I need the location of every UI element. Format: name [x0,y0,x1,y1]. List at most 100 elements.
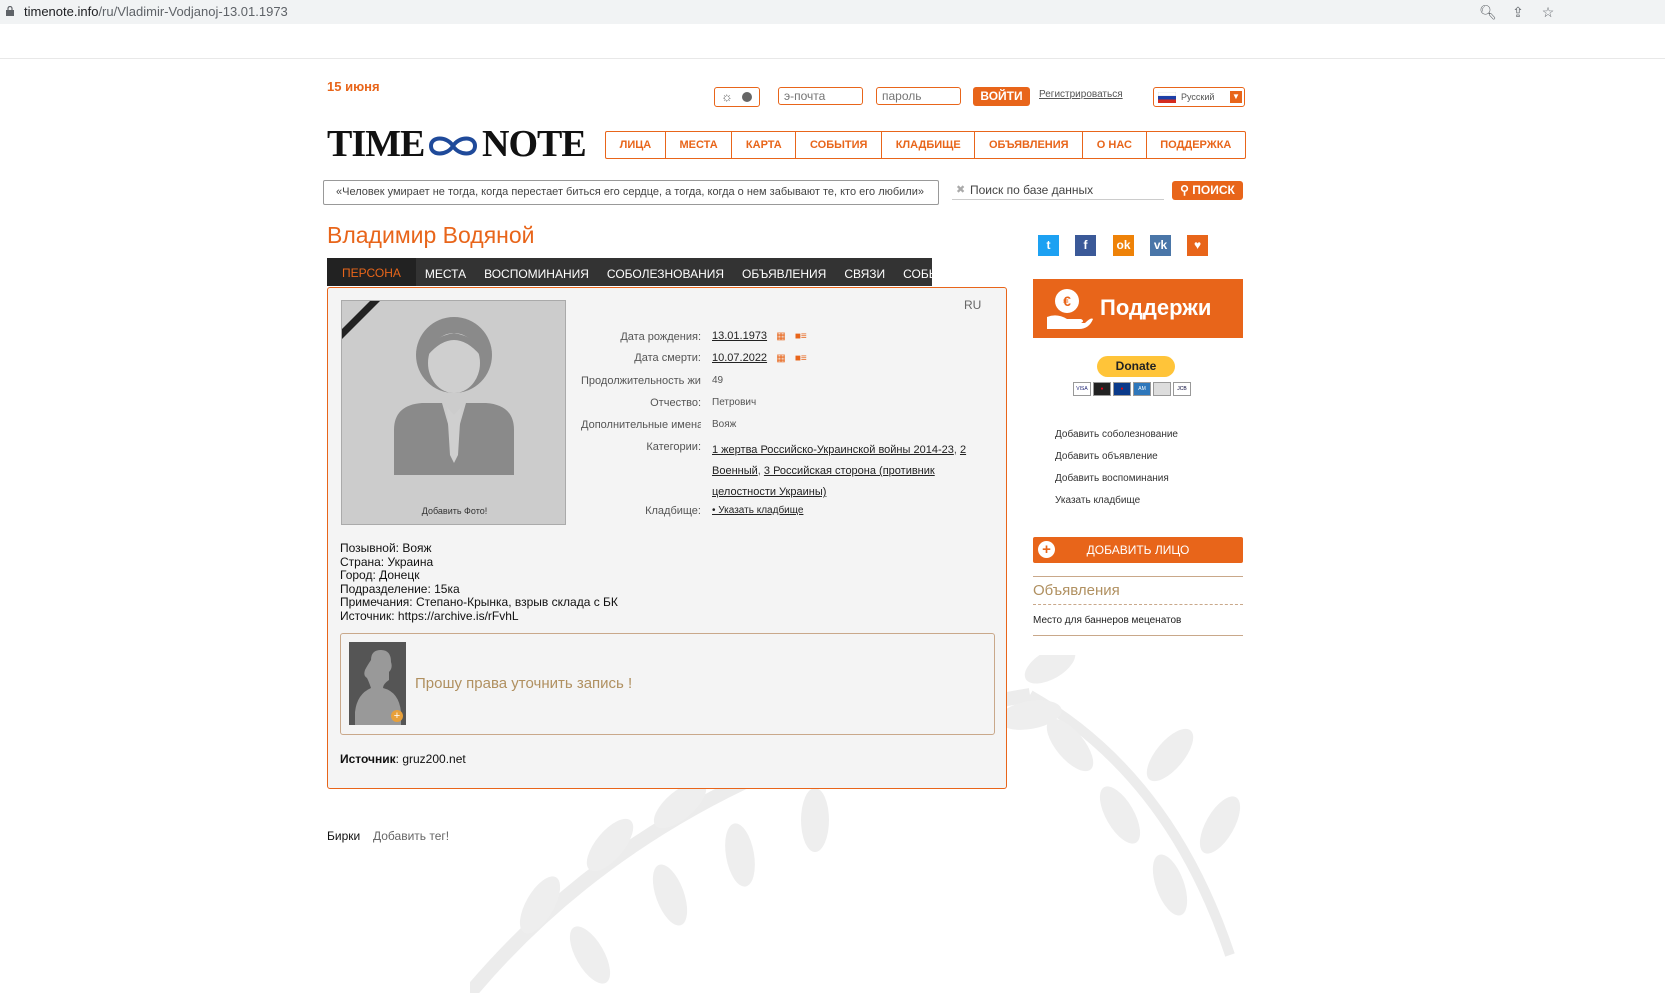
death-date-link[interactable]: 10.07.2022 [712,352,767,364]
register-link[interactable]: Регистрироваться [1039,89,1123,100]
sun-icon: ☼ [721,89,733,104]
divider [1033,604,1243,605]
tab-memories[interactable]: ВОСПОМИНАНИЯ [475,258,598,286]
clear-icon[interactable]: ✖ [956,183,965,196]
logo-text-time: TIME [327,123,425,165]
url-path: /ru/Vladimir-Vodjanoj-13.01.1973 [98,4,288,19]
add-photo-label[interactable]: Добавить Фото! [342,506,567,516]
person-list-icon[interactable]: ■≡ [795,353,807,364]
tab-condolences[interactable]: СОБОЛЕЗНОВАНИЯ [598,258,733,286]
share-icon[interactable]: ⇪ [1509,3,1527,21]
nav-item-places[interactable]: МЕСТА [666,132,733,158]
vk-icon[interactable]: vk [1150,235,1171,256]
tags-label: Бирки [327,829,361,843]
toggle-knob [742,92,752,102]
default-avatar-icon [394,317,514,475]
infinity-logo-icon [428,136,478,156]
add-tag-link[interactable]: Добавить тег! [373,829,449,843]
main-nav: ЛИЦА МЕСТА КАРТА СОБЫТИЯ КЛАДБИЩЕ ОБЪЯВЛ… [605,131,1246,159]
death-date-label: Дата смерти: [634,352,701,364]
language-label: Русский [1181,92,1215,102]
nav-item-faces[interactable]: ЛИЦА [606,132,666,158]
notice-avatar[interactable]: + [349,642,406,725]
nav-item-map[interactable]: КАРТА [732,132,797,158]
add-condolence-link[interactable]: Добавить соболезнование [1055,429,1178,440]
category-link[interactable]: 3 Российская сторона (противник [764,465,935,477]
categories-value: 1 жертва Российско-Украинской войны 2014… [712,444,967,498]
bookmark-star-icon[interactable]: ☆ [1539,3,1557,21]
birth-date-link[interactable]: 13.01.1973 [712,330,767,342]
mastercard-icon: ● [1093,382,1111,396]
death-date-row: 10.07.2022 ▦ ■≡ [712,352,807,364]
zoom-icon[interactable]: 🔍︎ [1479,3,1497,21]
nav-item-about[interactable]: О НАС [1083,132,1147,158]
category-link[interactable]: 1 жертва Российско-Украинской войны 2014… [712,444,954,456]
person-list-icon[interactable]: ■≡ [795,331,807,342]
specify-cemetery-side-link[interactable]: Указать кладбище [1055,495,1140,506]
calendar-icon[interactable]: ▦ [776,331,785,342]
euro-coin-hand-icon: € [1047,289,1093,329]
ads-title: Объявления [1033,582,1120,599]
tab-relations[interactable]: СВЯЗИ [835,258,894,286]
search-input[interactable]: ✖ Поиск по базе данных [952,182,1164,200]
search-icon: ⚲ [1180,183,1193,197]
category-link[interactable]: целостности Украины) [712,486,826,498]
support-label: Поддержи [1100,295,1212,320]
paypal-donate-button[interactable]: Donate [1097,356,1175,377]
bio-line: Город: Донецк [340,568,420,582]
bio-line: Подразделение: 15ка [340,581,460,596]
add-face-button[interactable]: + ДОБАВИТЬ ЛИЦО [1033,537,1243,563]
jcb-icon: JCB [1173,382,1191,396]
chevron-down-icon: ▼ [1230,91,1242,103]
svg-text:€: € [1063,293,1071,309]
facebook-icon[interactable]: f [1075,235,1096,256]
nav-item-cemetery[interactable]: КЛАДБИЩЕ [882,132,976,158]
add-icon[interactable]: + [391,710,403,722]
support-banner[interactable]: € Поддержи [1033,279,1243,338]
nav-item-events[interactable]: СОБЫТИЯ [796,132,883,158]
divider [1033,635,1243,636]
bio-line: Источник: https://archive.is/rFvhL [340,608,519,623]
language-code: RU [964,298,982,312]
source-line: Источник: gruz200.net [340,752,466,766]
person-name: Владимир Водяной [327,222,535,248]
nav-item-support[interactable]: ПОДДЕРЖКА [1147,132,1245,158]
bank-card-icon [1153,382,1171,396]
add-memory-link[interactable]: Добавить воспоминания [1055,473,1169,484]
birth-date-label: Дата рождения: [620,331,701,343]
odnoklassniki-icon[interactable]: ok [1113,235,1134,256]
tab-person[interactable]: ПЕРСОНА [327,258,416,286]
categories-label: Категории: [646,441,701,453]
person-photo-placeholder[interactable]: Добавить Фото! [341,300,566,525]
email-field[interactable] [778,87,863,105]
password-field[interactable] [876,87,961,105]
language-select[interactable]: Русский ▼ [1153,87,1245,107]
divider [1033,576,1243,577]
mourning-ribbon-icon [342,301,380,339]
visa-icon: VISA [1073,382,1091,396]
nav-item-ads[interactable]: ОБЪЯВЛЕНИЯ [975,132,1084,158]
specify-cemetery-link[interactable]: • Указать кладбище [712,505,803,516]
maestro-icon: ● [1113,382,1131,396]
tab-places[interactable]: МЕСТА [416,258,475,286]
biography: Позывной: Вояж Страна: Украина Город: До… [340,541,618,623]
theme-toggle[interactable]: ☼ [714,87,760,107]
calendar-icon[interactable]: ▦ [776,353,785,364]
url-text[interactable]: timenote.info/ru/Vladimir-Vodjanoj-13.01… [24,4,288,19]
tab-events[interactable]: СОБЫТИЯ [894,258,973,286]
lock-icon [6,6,14,16]
person-tabs: ПЕРСОНА МЕСТА ВОСПОМИНАНИЯ СОБОЛЕЗНОВАНИ… [327,258,964,286]
search-button-label: ПОИСК [1192,183,1235,197]
source-label: Источник [340,752,396,766]
add-ad-link[interactable]: Добавить объявление [1055,451,1158,462]
donate-hand-icon[interactable]: ♥ [1187,235,1208,256]
payment-cards: VISA ● ● AM JCB [1073,382,1199,396]
twitter-icon[interactable]: t [1038,235,1059,256]
url-host: timenote.info [24,4,99,19]
search-button[interactable]: ⚲ ПОИСК [1172,181,1243,200]
tab-ads[interactable]: ОБЪЯВЛЕНИЯ [733,258,835,286]
page-divider [0,58,1665,59]
notice-text[interactable]: Прошу права уточнить запись ! [415,675,632,692]
add-face-label: ДОБАВИТЬ ЛИЦО [1086,543,1190,557]
login-button[interactable]: ВОЙТИ [973,87,1030,106]
